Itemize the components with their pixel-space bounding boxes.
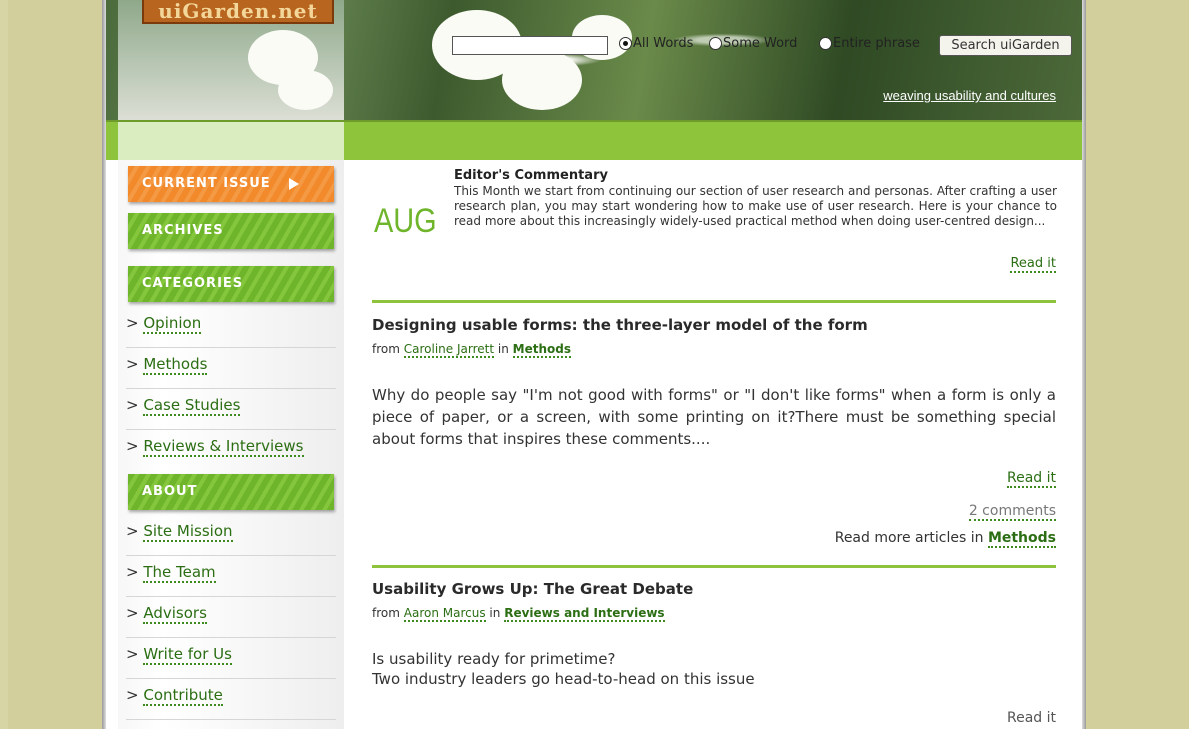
nav-prefix: > (126, 645, 139, 663)
site-header: uiGarden.net weaving usability and cultu… (102, 0, 1086, 120)
article-category-link[interactable]: Methods (512, 342, 572, 358)
article-read-it-link[interactable]: Read it (1006, 470, 1056, 488)
site-tagline[interactable]: weaving usability and cultures (883, 88, 1056, 103)
nav-prefix: > (126, 396, 139, 414)
radio-entire-phrase[interactable] (819, 37, 832, 50)
comments-line: 2 comments (968, 503, 1056, 521)
browser-viewport: uiGarden.net weaving usability and cultu… (0, 0, 1189, 729)
nav-prefix: > (126, 437, 139, 455)
editor-read-it-link[interactable]: Read it (1010, 256, 1056, 273)
sidebar-link-opinion[interactable]: Opinion (143, 314, 202, 334)
radio-some-word-label: Some Word (723, 36, 798, 51)
more-articles-line: Read more articles in Methods (834, 530, 1056, 548)
sidebar-item-write-for-us: > Write for Us (126, 639, 336, 679)
article-title[interactable]: Usability Grows Up: The Great Debate (372, 580, 693, 598)
flower-image (502, 50, 582, 110)
nav-prefix: > (126, 355, 139, 373)
play-arrow-icon (288, 177, 299, 190)
editor-commentary-text: This Month we start from continuing our … (454, 184, 1057, 228)
about-label: ABOUT (142, 484, 198, 499)
radio-all-words[interactable] (619, 37, 632, 50)
article-read-it-link[interactable]: Read it (1007, 710, 1056, 726)
sidebar-link-site-mission[interactable]: Site Mission (143, 522, 233, 542)
sidebar-item-contribute: > Contribute (126, 680, 336, 720)
radio-some-word[interactable] (709, 37, 722, 50)
about-header: ABOUT (128, 474, 334, 510)
page-shadow-left (102, 0, 106, 729)
categories-label: CATEGORIES (142, 276, 244, 291)
article-author-link[interactable]: Aaron Marcus (403, 606, 486, 622)
sidebar-link-contribute[interactable]: Contribute (143, 686, 223, 706)
search-input[interactable] (452, 36, 608, 55)
radio-all-words-label: All Words (633, 36, 694, 51)
article-meta: from Caroline Jarrett in Methods (372, 342, 572, 358)
divider (372, 565, 1056, 568)
current-issue-button[interactable]: CURRENT ISSUE (128, 166, 334, 202)
archives-button[interactable]: ARCHIVES (128, 213, 334, 249)
article-summary: Why do people say "I'm not good with for… (372, 386, 1056, 448)
article-summary-line: Is usability ready for primetime? (372, 650, 616, 668)
nav-prefix: > (126, 604, 139, 622)
archives-label: ARCHIVES (142, 223, 224, 238)
meta-in: in (489, 606, 501, 620)
sidebar-link-methods[interactable]: Methods (143, 355, 208, 375)
sidebar-link-advisors[interactable]: Advisors (143, 604, 207, 624)
sidebar-link-reviews[interactable]: Reviews & Interviews (143, 437, 304, 457)
search-bar (102, 120, 1086, 160)
flower-image (278, 70, 333, 110)
sidebar: CURRENT ISSUE ARCHIVES CATEGORIES > Opin… (118, 160, 344, 729)
article-author-link[interactable]: Caroline Jarrett (403, 342, 495, 358)
divider (372, 300, 1056, 303)
page-container: uiGarden.net weaving usability and cultu… (102, 0, 1086, 729)
site-logo[interactable]: uiGarden.net (142, 0, 334, 24)
search-button[interactable]: Search uiGarden (939, 35, 1072, 56)
nav-prefix: > (126, 314, 139, 332)
sidebar-item-opinion: > Opinion (126, 308, 336, 348)
sidebar-item-team: > The Team (126, 557, 336, 597)
meta-from: from (372, 606, 400, 620)
left-margin (0, 0, 8, 729)
article-meta: from Aaron Marcus in Reviews and Intervi… (372, 606, 665, 622)
editor-commentary-title: Editor's Commentary (454, 168, 608, 183)
sidebar-item-advisors: > Advisors (126, 598, 336, 638)
comments-link[interactable]: 2 comments (968, 503, 1056, 521)
categories-header: CATEGORIES (128, 266, 334, 302)
sidebar-item-site-mission: > Site Mission (126, 516, 336, 556)
meta-in: in (497, 342, 509, 356)
sidebar-item-methods: > Methods (126, 349, 336, 389)
sidebar-item-case-studies: > Case Studies (126, 390, 336, 430)
article-title[interactable]: Designing usable forms: the three-layer … (372, 316, 868, 334)
issue-month: AUG (374, 202, 437, 240)
sidebar-link-team[interactable]: The Team (143, 563, 216, 583)
nav-prefix: > (126, 522, 139, 540)
current-issue-label: CURRENT ISSUE (142, 176, 271, 191)
article-category-link[interactable]: Reviews and Interviews (504, 606, 665, 622)
sidebar-link-write-for-us[interactable]: Write for Us (143, 645, 232, 665)
article-summary-line: Two industry leaders go head-to-head on … (372, 670, 755, 688)
page-shadow-right (1082, 0, 1086, 729)
search-bar-left-panel (118, 122, 344, 160)
nav-prefix: > (126, 686, 139, 704)
more-articles-prefix: Read more articles in (834, 530, 984, 546)
radio-entire-phrase-label: Entire phrase (833, 36, 920, 51)
more-articles-category-link[interactable]: Methods (987, 530, 1056, 548)
nav-prefix: > (126, 563, 139, 581)
sidebar-link-case-studies[interactable]: Case Studies (143, 396, 241, 416)
sidebar-item-reviews: > Reviews & Interviews (126, 431, 336, 471)
meta-from: from (372, 342, 400, 356)
